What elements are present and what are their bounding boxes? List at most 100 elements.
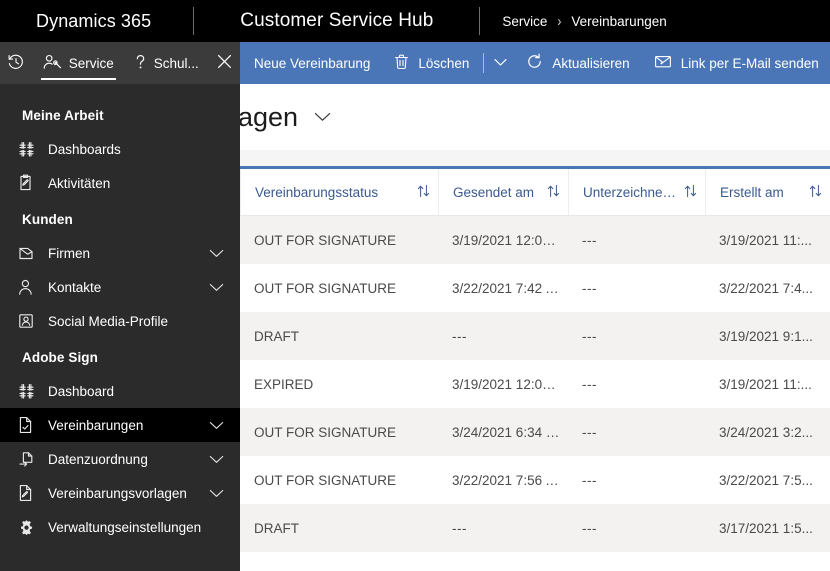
close-tab-button[interactable] (209, 42, 240, 84)
sidebar-item-datenzuordnung[interactable]: Datenzuordnung (0, 442, 240, 476)
column-header-signed[interactable]: Unterzeichnet ... (568, 169, 705, 216)
product-title: Dynamics 365 (36, 10, 152, 31)
chevron-down-icon[interactable] (209, 283, 226, 292)
page-title: agen (240, 101, 299, 132)
delete-button[interactable]: Löschen (382, 42, 481, 84)
cell-created-on: 3/22/2021 7:2... (705, 552, 830, 571)
sidebar-item-vereinbarungen[interactable]: Vereinbarungen (0, 408, 240, 442)
send-link-by-email-button[interactable]: Link per E-Mail senden (642, 42, 830, 84)
main-content: agen Vereinbarungsstatus Gesendet am Unt… (240, 84, 830, 571)
sitemap-group-title: Kunden (22, 212, 73, 227)
cell-created-on: 3/19/2021 11:... (705, 215, 830, 264)
cell-created-on: 3/19/2021 11:... (705, 360, 830, 408)
refresh-button[interactable]: Aktualisieren (514, 42, 641, 84)
chevron-down-icon[interactable] (209, 489, 226, 498)
tab-training[interactable]: Schul... (124, 42, 209, 84)
tab-service[interactable]: Service (33, 42, 124, 84)
brand-dynamics-block[interactable]: Dynamics 365 (0, 0, 193, 42)
sort-updown-icon[interactable] (411, 184, 430, 201)
sitemap-group-title: Meine Arbeit (22, 108, 104, 123)
sidebar-item-verwaltungseinstellungen[interactable]: Verwaltungseinstellungen (0, 510, 240, 544)
chevron-down-icon[interactable] (209, 421, 226, 430)
dashboard-grid-icon (18, 141, 44, 158)
table-row[interactable]: OUT FOR SIGNATURE 3/19/2021 12:00 ... --- 3… (240, 215, 830, 264)
cell-status: OUT FOR SIGNATURE (240, 408, 438, 456)
breadcrumb-separator-icon: › (557, 12, 562, 30)
cell-sent-on: --- (438, 312, 568, 360)
column-header-status[interactable]: Vereinbarungsstatus (240, 169, 438, 216)
breadcrumb-current[interactable]: Vereinbarungen (571, 14, 666, 29)
table-row[interactable]: DRAFT --- --- 3/19/2021 9:1... (240, 312, 830, 360)
close-icon (217, 54, 232, 72)
send-link-by-email-label: Link per E-Mail senden (680, 55, 819, 71)
sort-updown-icon[interactable] (678, 184, 697, 201)
new-agreement-button[interactable]: Neue Vereinbarung (240, 42, 382, 84)
sidebar-item-kontakte[interactable]: Kontakte (0, 270, 240, 304)
sidebar-item-label: Dashboard (48, 383, 115, 399)
delete-dropdown-chevron[interactable] (486, 42, 514, 84)
column-header-sent-label: Gesendet am (453, 184, 535, 200)
cell-sent-on: 3/19/2021 12:00 ... (438, 215, 568, 264)
cell-status: EXPIRED (240, 552, 438, 571)
table-row[interactable]: OUT FOR SIGNATURE 3/22/2021 7:56 AM --- 3/2… (240, 456, 830, 504)
cell-sent-on: 3/24/2021 6:34 PM (438, 408, 568, 456)
app-title: Customer Service Hub (240, 10, 434, 31)
table-row[interactable]: EXPIRED3/22/2021 7:22 AM---3/22/2021 7:2… (240, 552, 830, 571)
sidebar-item-aktivitaten[interactable]: Aktivitäten (0, 166, 240, 200)
column-header-created[interactable]: Erstellt am (705, 169, 830, 216)
sort-updown-icon[interactable] (541, 184, 560, 201)
column-header-created-label: Erstellt am (720, 184, 784, 200)
table-row[interactable]: OUT FOR SIGNATURE 3/24/2021 6:34 PM --- 3/2… (240, 408, 830, 456)
view-title-row: agen (240, 84, 830, 150)
chevron-down-icon[interactable] (209, 249, 226, 258)
table-row[interactable]: DRAFT --- --- 3/17/2021 1:5... (240, 504, 830, 552)
app-name-block[interactable]: Customer Service Hub (194, 0, 479, 42)
sidebar-item-label: Vereinbarungen (48, 417, 144, 433)
cell-signed-on: --- (568, 264, 705, 312)
cell-signed-on: --- (568, 552, 705, 571)
breadcrumb-root[interactable]: Service (502, 14, 547, 29)
sidebar-item-firmen[interactable]: Firmen (0, 236, 240, 270)
gear-icon (18, 519, 44, 536)
cell-created-on: 3/24/2021 3:2... (705, 408, 830, 456)
tab-service-label: Service (68, 55, 114, 71)
tab-training-label: Schul... (153, 55, 199, 71)
tabstrip: Service Schul... (0, 42, 240, 84)
column-header-sent[interactable]: Gesendet am (438, 169, 568, 216)
cell-signed-on: --- (568, 360, 705, 408)
delete-label: Löschen (418, 55, 470, 71)
refresh-label: Aktualisieren (552, 55, 630, 71)
company-building-icon (18, 245, 44, 261)
contact-person-icon (18, 279, 44, 296)
sidebar-item-social-media-profile[interactable]: Social Media-Profile (0, 304, 240, 338)
refresh-icon (526, 53, 543, 73)
data-mapping-icon (18, 451, 44, 468)
app-header: Dynamics 365 Customer Service Hub Servic… (0, 0, 830, 42)
cell-created-on: 3/19/2021 9:1... (705, 312, 830, 360)
new-agreement-label: Neue Vereinbarung (254, 55, 371, 71)
table-row[interactable]: EXPIRED 3/19/2021 12:00 ... --- 3/19/2021 1… (240, 360, 830, 408)
sidebar-item-label: Aktivitäten (48, 175, 111, 191)
cell-sent-on: --- (438, 504, 568, 552)
cell-signed-on: --- (568, 215, 705, 264)
sitemap-nav: Service Schul... Meine Arbeit Dashboards… (0, 42, 240, 571)
sidebar-item-vereinbarungsvorlagen[interactable]: Vereinbarungsvorlagen (0, 476, 240, 510)
cell-signed-on: --- (568, 312, 705, 360)
sidebar-item-dashboards[interactable]: Dashboards (0, 132, 240, 166)
chevron-down-icon[interactable] (209, 455, 226, 464)
service-person-icon (43, 54, 62, 73)
sidebar-item-label: Verwaltungseinstellungen (48, 519, 202, 535)
cell-status: DRAFT (240, 312, 438, 360)
cell-signed-on: --- (568, 456, 705, 504)
command-separator-1 (483, 53, 485, 73)
view-selector-chevron-down-icon[interactable] (298, 112, 343, 122)
sidebar-item-label: Social Media-Profile (48, 313, 169, 329)
sort-updown-icon[interactable] (803, 184, 822, 201)
sidebar-item-dashboard[interactable]: Dashboard (0, 374, 240, 408)
tab-service-active-indicator (40, 78, 116, 80)
sitemap-scroll-area: Meine Arbeit Dashboards Aktivitäten Kunde… (0, 84, 240, 571)
table-row[interactable]: OUT FOR SIGNATURE 3/22/2021 7:42 AM --- 3/2… (240, 264, 830, 312)
history-tab-button[interactable] (0, 42, 33, 84)
sidebar-item-label: Dashboards (48, 141, 121, 157)
sidebar-item-label: Vereinbarungsvorlagen (48, 485, 187, 501)
